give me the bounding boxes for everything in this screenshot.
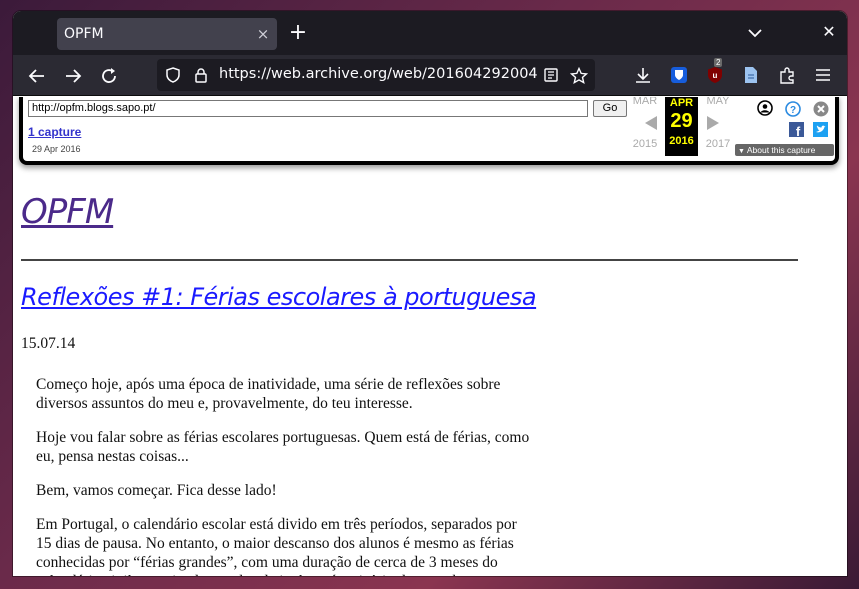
wayback-current-date: APR 29 2016 — [665, 97, 698, 156]
post-paragraph: Hoje vou falar sobre as férias escolares… — [36, 429, 530, 465]
forward-arrow-icon[interactable] — [61, 64, 85, 88]
downloads-icon[interactable] — [633, 65, 653, 85]
wayback-captures-link[interactable]: 1 capture — [28, 125, 81, 139]
url-text[interactable]: https://web.archive.org/web/201604292004… — [219, 66, 537, 82]
bitwarden-icon[interactable] — [669, 65, 689, 85]
blog-title-link[interactable]: OPFM — [21, 192, 114, 232]
wayback-url-input[interactable]: http://opfm.blogs.sapo.pt/ — [28, 100, 588, 117]
post-title-link[interactable]: Reflexões #1: Férias escolares à portugu… — [21, 283, 537, 311]
facebook-share-icon[interactable]: f — [789, 122, 805, 139]
reload-icon[interactable] — [97, 64, 121, 88]
list-tabs-chevron-icon[interactable] — [745, 23, 765, 43]
wayback-cur-year: 2016 — [669, 135, 694, 147]
wayback-cur-day: 29 — [670, 110, 693, 132]
wayback-account-icon[interactable] — [757, 100, 773, 116]
wayback-capture-date: 29 Apr 2016 — [32, 144, 81, 154]
document-extension-icon[interactable] — [741, 65, 761, 85]
wayback-toolbar: http://opfm.blogs.sapo.pt/ Go 1 capture … — [19, 97, 839, 165]
page-content: http://opfm.blogs.sapo.pt/ Go 1 capture … — [13, 97, 847, 576]
svg-text:?: ? — [790, 105, 796, 116]
tab-title: OPFM — [64, 26, 104, 42]
horizontal-divider — [21, 259, 798, 261]
wayback-prev-arrow-icon[interactable] — [644, 115, 658, 131]
caret-down-icon: ▼ — [738, 148, 745, 155]
post-body: Começo hoje, após uma época de inativida… — [36, 375, 536, 576]
svg-text:f: f — [796, 124, 801, 137]
wayback-next-year[interactable]: 2017 — [702, 138, 734, 150]
wayback-help-icon[interactable]: ? — [785, 101, 801, 117]
browser-window: OPFM × + ✕ https://web.archive.org/web/2… — [13, 11, 847, 576]
wayback-cur-month: APR — [669, 97, 694, 109]
ublock-origin-icon[interactable]: u 2 — [705, 58, 725, 85]
tab-close-icon[interactable]: × — [249, 25, 277, 43]
address-bar[interactable]: https://web.archive.org/web/201604292004… — [157, 59, 595, 91]
navigation-toolbar: https://web.archive.org/web/201604292004… — [13, 55, 847, 96]
twitter-share-icon[interactable] — [813, 122, 829, 138]
post-paragraph: Bem, vamos começar. Fica desse lado! — [36, 482, 277, 499]
ublock-badge: 2 — [714, 58, 723, 67]
window-close-button[interactable]: ✕ — [819, 21, 839, 43]
extensions-puzzle-icon[interactable] — [777, 65, 797, 85]
reader-view-icon[interactable] — [543, 67, 559, 83]
wayback-about-capture[interactable]: ▼ About this capture — [735, 144, 834, 156]
wayback-prev-month[interactable]: MAR — [629, 97, 661, 107]
post-paragraph: Em Portugal, o calendário escolar está d… — [36, 516, 517, 576]
tab-opfm[interactable]: OPFM × — [57, 18, 277, 50]
wayback-about-label: About this capture — [746, 145, 816, 155]
wayback-go-button[interactable]: Go — [593, 100, 627, 117]
wayback-next-month[interactable]: MAY — [702, 97, 734, 107]
wayback-prev-year[interactable]: 2015 — [629, 138, 661, 150]
post-paragraph: Começo hoje, após uma época de inativida… — [36, 376, 501, 412]
bookmark-star-icon[interactable] — [569, 66, 589, 85]
hamburger-menu-icon[interactable] — [813, 65, 833, 85]
wayback-close-icon[interactable] — [813, 101, 829, 117]
tab-strip: OPFM × + ✕ — [13, 11, 847, 55]
new-tab-button[interactable]: + — [287, 21, 309, 45]
svg-text:u: u — [713, 71, 718, 80]
wayback-next-arrow-icon[interactable] — [706, 115, 720, 131]
back-arrow-icon[interactable] — [25, 64, 49, 88]
shield-icon[interactable] — [165, 67, 181, 83]
post-date: 15.07.14 — [21, 335, 76, 352]
lock-icon[interactable] — [193, 67, 209, 83]
